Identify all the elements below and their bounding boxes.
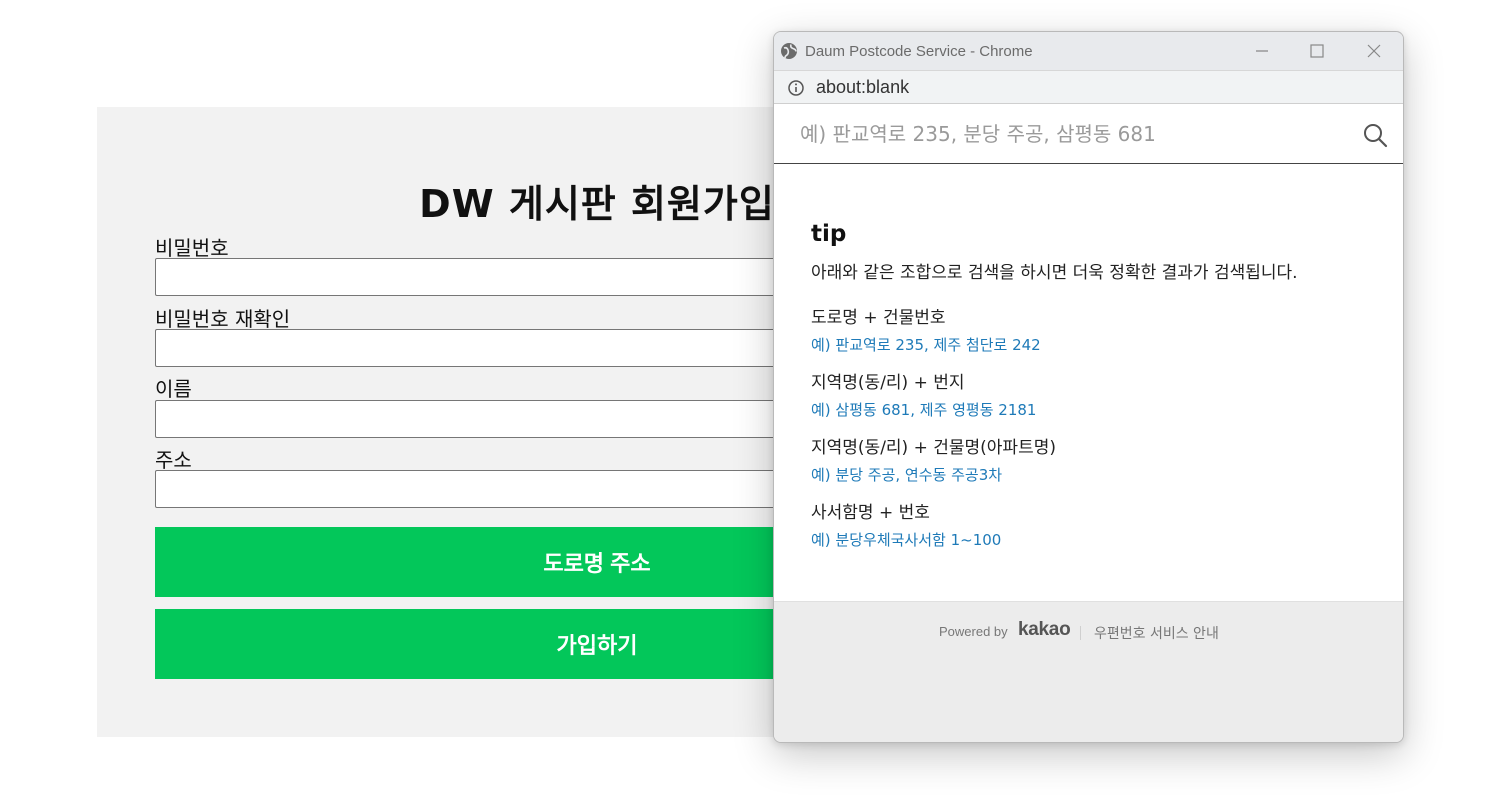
password-confirm-label: 비밀번호 재확인	[155, 307, 291, 331]
kakao-logo[interactable]: kakao	[1018, 619, 1071, 641]
tip-item-label: 지역명(동/리) + 번지	[811, 373, 965, 393]
url-text: about:blank	[816, 77, 910, 97]
popup-footer: Powered by kakao 우편번호 서비스 안내	[774, 601, 1403, 742]
maximize-button[interactable]	[1289, 32, 1345, 70]
page: DW 게시판 회원가입 비밀번호 비밀번호 재확인 이름 주소 도로명 주소 가…	[0, 0, 1508, 810]
footer-divider	[1080, 626, 1081, 640]
minimize-icon	[1256, 50, 1268, 52]
close-icon	[1367, 44, 1381, 58]
name-label: 이름	[155, 377, 192, 401]
postcode-content: tip 아래와 같은 조합으로 검색을 하시면 더욱 정확한 결과가 검색됩니다…	[774, 104, 1403, 601]
search-icon[interactable]	[1362, 122, 1388, 148]
globe-icon	[781, 43, 797, 59]
tip-title: tip	[811, 221, 847, 247]
window-titlebar[interactable]: Daum Postcode Service - Chrome	[774, 32, 1403, 70]
maximize-icon	[1310, 44, 1324, 58]
postcode-service-guide-link[interactable]: 우편번호 서비스 안내	[1094, 623, 1219, 643]
address-bar[interactable]: about:blank	[774, 70, 1403, 104]
tip-description: 아래와 같은 조합으로 검색을 하시면 더욱 정확한 결과가 검색됩니다.	[811, 263, 1298, 283]
close-button[interactable]	[1346, 32, 1402, 70]
tip-item-label: 도로명 + 건물번호	[811, 308, 946, 328]
powered-by-text: Powered by	[939, 624, 1008, 639]
password-label: 비밀번호	[155, 236, 229, 260]
address-search-input[interactable]	[774, 104, 1354, 163]
window-title: Daum Postcode Service - Chrome	[805, 43, 1033, 60]
tip-item-example: 예) 분당 주공, 연수동 주공3차	[811, 466, 1003, 484]
tip-item-example: 예) 분당우체국사서함 1~100	[811, 531, 1002, 549]
tip-item-example: 예) 삼평동 681, 제주 영평동 2181	[811, 401, 1037, 419]
tip-item-label: 사서함명 + 번호	[811, 503, 930, 523]
tip-item-example: 예) 판교역로 235, 제주 첨단로 242	[811, 336, 1041, 354]
search-box	[774, 104, 1403, 164]
postcode-popup-window: Daum Postcode Service - Chrome about:bla…	[773, 31, 1404, 743]
tip-item-label: 지역명(동/리) + 건물명(아파트명)	[811, 438, 1056, 458]
info-icon[interactable]	[787, 79, 805, 97]
minimize-button[interactable]	[1234, 32, 1290, 70]
address-label: 주소	[155, 448, 192, 472]
